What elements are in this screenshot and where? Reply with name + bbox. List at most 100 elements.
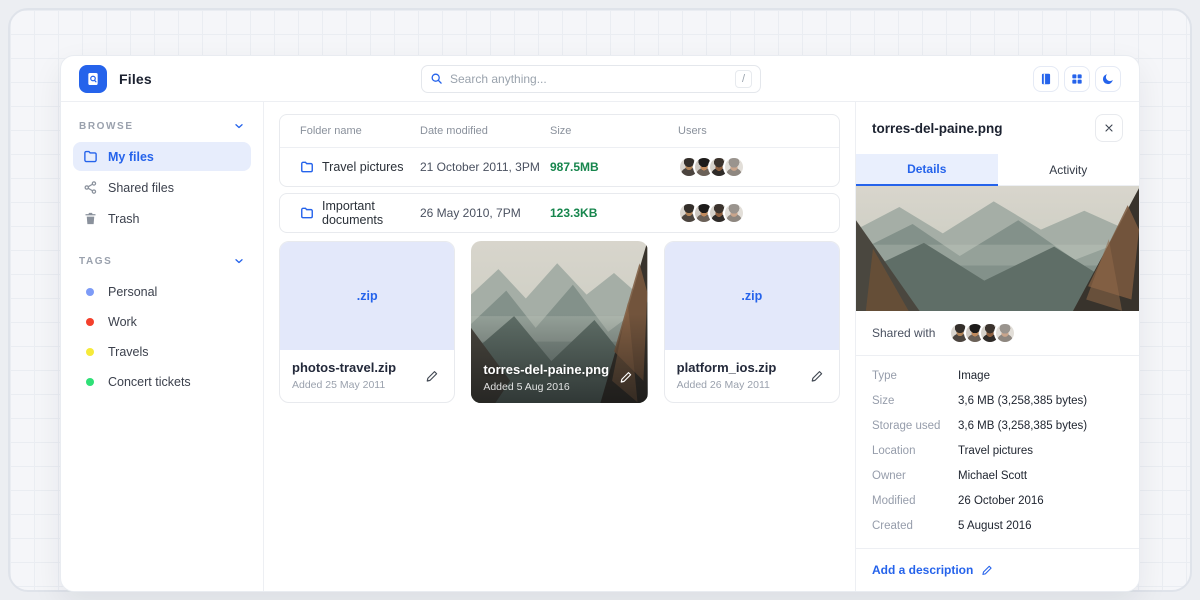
date-modified: 26 May 2010, 7PM [420, 206, 550, 220]
notebook-button[interactable] [1033, 66, 1059, 92]
avatar [723, 156, 745, 178]
search-input[interactable] [450, 72, 735, 86]
rename-button[interactable] [808, 367, 827, 386]
detail-row-size: Size 3,6 MB (3,258,385 bytes) [872, 388, 1123, 413]
file-added-date: Added 25 May 2011 [292, 379, 442, 391]
main-content: Folder name Date modified Size Users Tra… [264, 102, 855, 591]
folders-table-continued: Important documents 26 May 2010, 7PM 123… [279, 193, 840, 233]
search-bar[interactable]: / [421, 65, 761, 93]
app-title: Files [119, 71, 152, 87]
tag-label: Personal [108, 285, 157, 299]
file-name: torres-del-paine.png [483, 362, 609, 377]
sidebar: BROWSE My files Shared files [61, 102, 264, 591]
zip-badge: .zip [741, 289, 762, 303]
tag-label: Work [108, 315, 137, 329]
browse-section-header[interactable]: BROWSE [73, 116, 251, 136]
panel-tabs: Details Activity [856, 154, 1139, 186]
tab-activity[interactable]: Activity [998, 154, 1140, 186]
pencil-icon [981, 564, 994, 577]
table-row-travel-pictures[interactable]: Travel pictures 21 October 2011, 3PM 987… [280, 148, 839, 186]
tag-color-dot [86, 378, 94, 386]
file-name: platform_ios.zip [677, 360, 827, 375]
avatar [723, 202, 745, 224]
file-card-photos-travel-zip[interactable]: .zip photos-travel.zip Added 25 May 2011 [279, 241, 455, 403]
tags-section-label: TAGS [79, 256, 112, 267]
rename-button[interactable] [617, 368, 636, 387]
tags-section-header[interactable]: TAGS [73, 251, 251, 271]
pencil-icon [619, 370, 634, 385]
table-header-row: Folder name Date modified Size Users [280, 115, 839, 148]
folder-name: Travel pictures [322, 160, 404, 174]
file-card-torres-del-paine-png[interactable]: torres-del-paine.png Added 5 Aug 2016 [471, 241, 647, 403]
tag-item-travels[interactable]: Travels [73, 337, 251, 367]
file-details-list: Type Image Size 3,6 MB (3,258,385 bytes)… [856, 356, 1139, 549]
tag-item-personal[interactable]: Personal [73, 277, 251, 307]
file-name: photos-travel.zip [292, 360, 442, 375]
pencil-icon [810, 369, 825, 384]
sidebar-item-label: Trash [108, 212, 140, 226]
moon-icon [1101, 72, 1115, 86]
shared-with-label: Shared with [872, 326, 935, 340]
detail-row-created: Created 5 August 2016 [872, 513, 1123, 538]
sidebar-item-shared-files[interactable]: Shared files [73, 173, 251, 202]
pencil-icon [425, 369, 440, 384]
folder-name: Important documents [322, 199, 420, 227]
sidebar-item-my-files[interactable]: My files [73, 142, 251, 171]
app-logo[interactable] [79, 65, 107, 93]
search-icon [430, 72, 443, 85]
topbar-actions [1033, 66, 1121, 92]
sidebar-item-trash[interactable]: Trash [73, 204, 251, 233]
detail-row-type: Type Image [872, 363, 1123, 388]
chevron-down-icon [233, 255, 245, 267]
add-description-button[interactable]: Add a description [856, 549, 1139, 591]
column-header-size: Size [550, 125, 678, 137]
detail-row-storage-used: Storage used 3,6 MB (3,258,385 bytes) [872, 413, 1123, 438]
column-header-users: Users [678, 125, 819, 137]
file-card-platform-ios-zip[interactable]: .zip platform_ios.zip Added 26 May 2011 [664, 241, 840, 403]
tag-label: Travels [108, 345, 149, 359]
chevron-down-icon [233, 120, 245, 132]
column-header-folder-name: Folder name [300, 125, 420, 137]
trash-icon [82, 211, 98, 226]
close-panel-button[interactable] [1095, 114, 1123, 142]
topbar: Files / [61, 56, 1139, 102]
document-search-icon [85, 71, 101, 87]
column-header-date-modified: Date modified [420, 125, 550, 137]
file-cards-row: .zip photos-travel.zip Added 25 May 2011 [279, 241, 840, 403]
close-icon [1103, 122, 1115, 134]
dark-mode-button[interactable] [1095, 66, 1121, 92]
zip-badge: .zip [357, 289, 378, 303]
tag-item-work[interactable]: Work [73, 307, 251, 337]
folder-icon [82, 149, 98, 164]
folder-icon [300, 160, 314, 174]
sidebar-item-label: Shared files [108, 181, 174, 195]
book-icon [1039, 72, 1053, 86]
tag-color-dot [86, 318, 94, 326]
table-row-important-documents[interactable]: Important documents 26 May 2010, 7PM 123… [280, 194, 839, 232]
panel-file-title: torres-del-paine.png [872, 121, 1003, 136]
detail-row-location: Location Travel pictures [872, 438, 1123, 463]
sidebar-item-label: My files [108, 150, 154, 164]
tab-details[interactable]: Details [856, 154, 998, 186]
tag-item-concert-tickets[interactable]: Concert tickets [73, 367, 251, 397]
folder-icon [300, 206, 314, 220]
rename-button[interactable] [423, 367, 442, 386]
grid-view-button[interactable] [1064, 66, 1090, 92]
detail-row-modified: Modified 26 October 2016 [872, 488, 1123, 513]
tag-label: Concert tickets [108, 375, 191, 389]
grid-view-icon [1070, 72, 1084, 86]
detail-row-owner: Owner Michael Scott [872, 463, 1123, 488]
folder-size: 123.3KB [550, 206, 678, 220]
folders-table: Folder name Date modified Size Users Tra… [279, 114, 840, 187]
share-icon [82, 180, 98, 195]
tag-color-dot [86, 348, 94, 356]
tag-color-dot [86, 288, 94, 296]
file-added-date: Added 5 Aug 2016 [483, 381, 609, 393]
folder-size: 987.5MB [550, 160, 678, 174]
avatar [994, 322, 1016, 344]
files-app-window: Files / [60, 55, 1140, 592]
shared-with-section: Shared with [856, 311, 1139, 356]
details-panel: torres-del-paine.png Details Activity [855, 102, 1139, 591]
file-preview-image [856, 186, 1139, 311]
users-avatars [678, 202, 819, 224]
